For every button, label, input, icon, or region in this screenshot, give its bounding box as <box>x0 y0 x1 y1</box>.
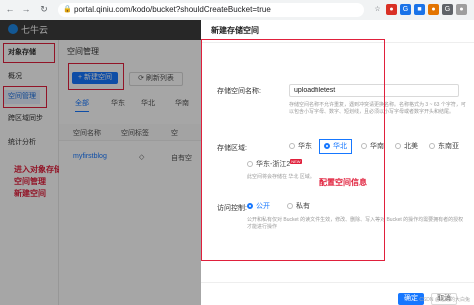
browser-toolbar: ← → ↻ 🔒 portal.qiniu.com/kodo/bucket?sho… <box>0 0 474 21</box>
radio-icon <box>429 143 435 149</box>
avatar-icon[interactable]: ● <box>456 4 467 15</box>
highlight-config-form <box>201 39 385 261</box>
create-bucket-drawer: 新建存储空间 存储空间名称: 存储空间名称不允许重复，遇到冲突请更换名称。名称格… <box>201 20 474 305</box>
extension-icon-1[interactable]: ● <box>386 4 397 15</box>
reload-icon[interactable]: ↻ <box>38 3 50 15</box>
region-north-america[interactable]: 北美 <box>395 142 418 151</box>
extension-icon-4[interactable]: ● <box>428 4 439 15</box>
footer-divider <box>201 282 474 283</box>
address-bar[interactable]: 🔒 portal.qiniu.com/kodo/bucket?shouldCre… <box>58 3 364 17</box>
radio-icon <box>395 143 401 149</box>
extension-icon-3[interactable]: ■ <box>414 4 425 15</box>
forward-icon[interactable]: → <box>20 3 32 15</box>
lock-icon: 🔒 <box>63 6 72 13</box>
drawer-title: 新建存储空间 <box>211 26 259 35</box>
back-icon[interactable]: ← <box>4 3 16 15</box>
watermark: CSDN @逃跑的大白兔 <box>419 297 470 303</box>
extension-icon-2[interactable]: G <box>400 4 411 15</box>
star-icon[interactable]: ☆ <box>372 4 383 15</box>
url-text: portal.qiniu.com/kodo/bucket?shouldCreat… <box>74 5 271 14</box>
extension-icon-5[interactable]: G <box>442 4 453 15</box>
region-southeast-asia[interactable]: 东南亚 <box>429 142 459 151</box>
